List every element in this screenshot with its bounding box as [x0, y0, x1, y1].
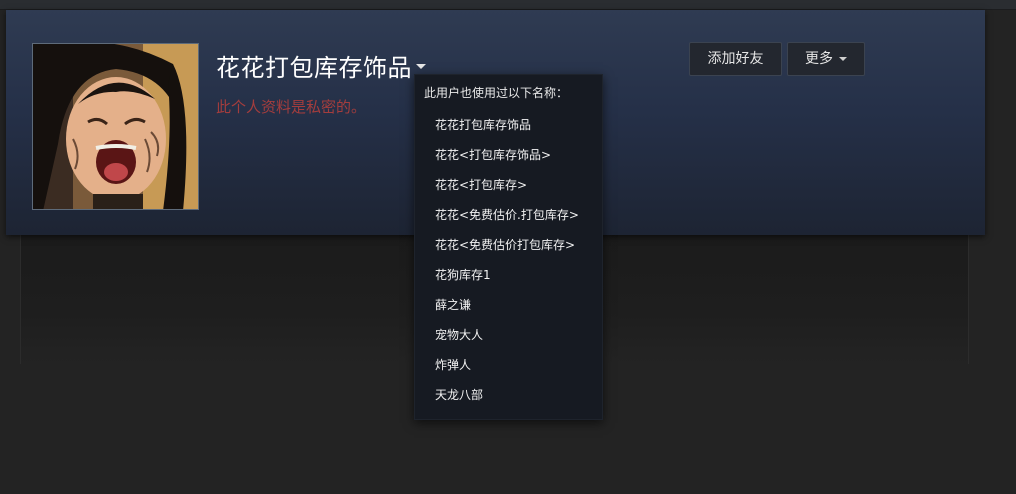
alias-item[interactable]: 花花<打包库存饰品>	[435, 146, 551, 163]
alias-item[interactable]: 花狗库存1	[435, 266, 491, 283]
alias-item[interactable]: 花花<免费估价.打包库存>	[435, 206, 579, 223]
add-friend-button[interactable]: 添加好友	[689, 42, 782, 76]
alias-item[interactable]: 宠物大人	[435, 326, 483, 343]
persona-name[interactable]: 花花打包库存饰品	[216, 48, 412, 83]
alias-item[interactable]: 花花打包库存饰品	[435, 116, 531, 133]
more-button[interactable]: 更多	[787, 42, 865, 76]
alias-popup-title: 此用户也使用过以下名称：	[424, 86, 569, 100]
private-profile-notice: 此个人资料是私密的。	[216, 98, 367, 116]
alias-item[interactable]: 天龙八部	[435, 386, 483, 403]
chevron-down-icon[interactable]	[416, 64, 426, 69]
avatar	[32, 43, 199, 210]
alias-history-popup: 此用户也使用过以下名称： 花花打包库存饰品 花花<打包库存饰品> 花花<打包库存…	[414, 74, 603, 420]
top-strip	[0, 0, 1016, 10]
alias-item[interactable]: 炸弹人	[435, 356, 471, 373]
chevron-down-icon	[839, 57, 847, 61]
add-friend-label: 添加好友	[707, 51, 764, 67]
avatar-photo	[33, 44, 198, 209]
alias-item[interactable]: 薛之谦	[435, 296, 471, 313]
more-label: 更多	[805, 51, 833, 67]
alias-item[interactable]: 花花<打包库存>	[435, 176, 527, 193]
alias-item[interactable]: 花花<免费估价打包库存>	[435, 236, 575, 253]
